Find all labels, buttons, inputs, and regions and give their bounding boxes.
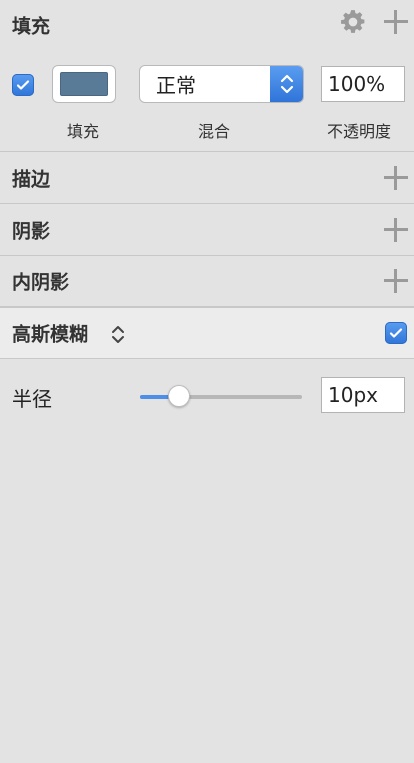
blend-mode-label: 混合 [198,122,231,141]
add-fill-plus-icon[interactable] [384,10,408,34]
add-inner-shadow-plus-icon[interactable] [384,269,408,293]
blend-mode-stepper[interactable] [270,66,303,102]
gear-icon[interactable] [340,9,366,35]
slider-thumb[interactable] [167,385,190,407]
fill-row: 正常 100% 填充 混合 不透明度 [0,48,414,152]
up-down-chevron-icon[interactable] [110,322,126,346]
shadow-section-title: 阴影 [12,220,51,242]
fill-color-label: 填充 [67,122,100,141]
blur-type-select-label[interactable]: 高斯模糊 [12,320,88,347]
blur-radius-value: 10px [328,383,378,407]
inner-shadow-section-header: 内阴影 [0,256,414,307]
fill-section-title: 填充 [12,15,51,38]
checkmark-icon [389,328,403,338]
blend-mode-select[interactable]: 正常 [139,65,304,103]
fill-color-well[interactable] [52,65,116,103]
fill-enabled-checkbox[interactable] [12,74,34,96]
blur-radius-row: 半径 10px [0,360,414,430]
add-shadow-plus-icon[interactable] [384,218,408,242]
blur-radius-slider[interactable] [140,385,302,407]
inspector-panel: 填充 正常 100% 填充 混合 不透明度 描边 阴影 内阴影 高斯模糊 半径 … [0,0,414,763]
border-section-header: 描边 [0,152,414,204]
inner-shadow-section-title: 内阴影 [12,271,70,294]
up-down-chevron-icon [280,74,293,94]
add-border-plus-icon[interactable] [384,166,408,190]
shadow-section-header: 阴影 [0,204,414,256]
border-section-title: 描边 [12,168,51,190]
fill-section-header: 填充 [0,0,414,50]
blur-enabled-checkbox[interactable] [385,322,407,344]
gaussian-blur-section-header: 高斯模糊 [0,307,414,359]
opacity-input[interactable]: 100% [321,66,405,102]
blur-radius-input[interactable]: 10px [321,377,405,413]
fill-color-swatch [60,72,108,96]
blur-radius-label: 半径 [12,387,52,411]
opacity-label: 不透明度 [327,122,392,141]
blend-mode-value: 正常 [156,73,196,98]
checkmark-icon [16,80,30,90]
opacity-value: 100% [328,72,386,96]
